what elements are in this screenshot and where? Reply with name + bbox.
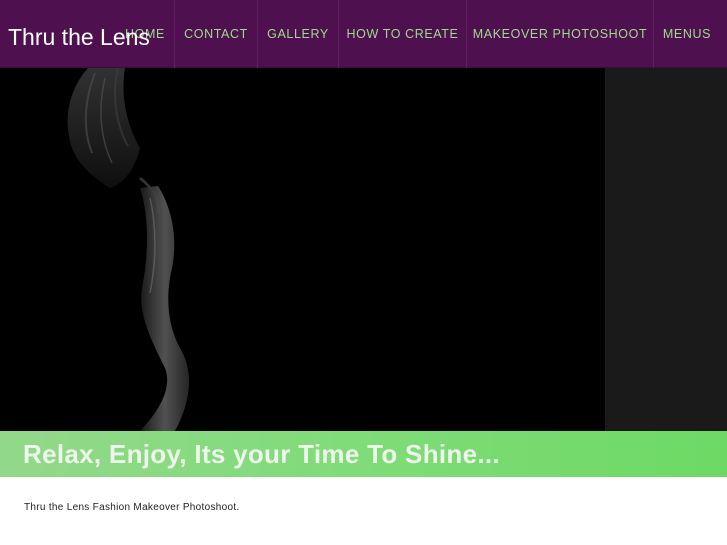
site-header: HOME CONTACT GALLERY HOW TO CREATE MAKEO… [0,0,727,68]
nav-item-how-to-create[interactable]: HOW TO CREATE [339,0,466,68]
hero-portrait-graphic [67,68,190,431]
nav-item-contact[interactable]: CONTACT [175,0,257,68]
hero-image [0,68,605,431]
nav-item-menus[interactable]: MENUS [654,0,720,68]
hero-side-panel [605,68,727,431]
page: HOME CONTACT GALLERY HOW TO CREATE MAKEO… [0,0,727,545]
tagline-text: Relax, Enjoy, Its your Time To Shine... [23,439,500,469]
tagline-banner: Relax, Enjoy, Its your Time To Shine... [0,431,727,477]
nav-item-gallery[interactable]: GALLERY [258,0,338,68]
site-title[interactable]: Thru the Lens [8,24,150,51]
intro-text: Thru the Lens Fashion Makeover Photoshoo… [24,502,240,513]
nav-item-makeover-photoshoot[interactable]: MAKEOVER PHOTOSHOOT [467,0,653,68]
